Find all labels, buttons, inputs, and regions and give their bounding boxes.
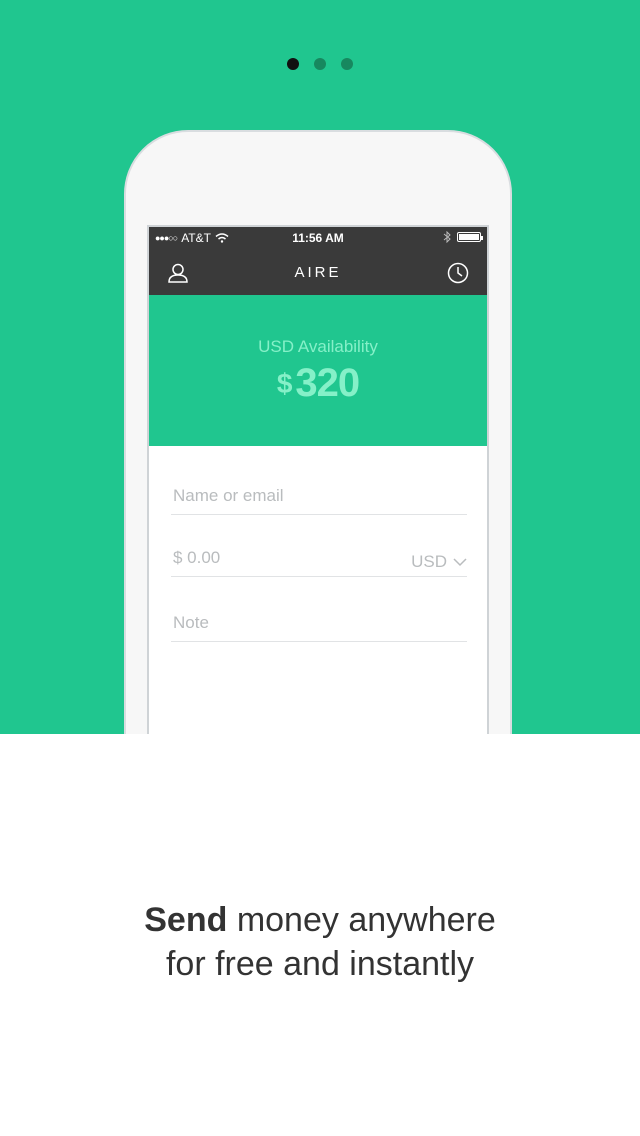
battery-icon [457,232,483,242]
page-dot-2[interactable] [314,58,326,70]
currency-symbol: $ [276,368,293,399]
nav-bar: AIRE [149,251,487,295]
tagline-bold: Send [144,901,228,939]
currency-label: USD [411,552,447,571]
hero-section: ●●●○○ AT&T 11:56 AM AIRE USD Availabilit… [0,0,640,734]
app-title: AIRE [294,264,342,281]
page-dot-3[interactable] [341,58,353,70]
currency-select[interactable]: USD [411,552,467,572]
recipient-placeholder: Name or email [173,486,284,505]
note-placeholder: Note [173,613,209,632]
recipient-field[interactable]: Name or email [171,476,467,515]
page-indicator [0,58,640,70]
status-bar: ●●●○○ AT&T 11:56 AM [149,227,487,251]
balance-panel: USD Availability $320 [149,295,487,446]
balance-value: 320 [295,361,360,405]
phone-screen: ●●●○○ AT&T 11:56 AM AIRE USD Availabilit… [147,225,489,734]
tagline-rest: money anywhere [227,901,496,939]
amount-field[interactable]: $ 0.00 USD [171,538,467,577]
balance-amount: $320 [149,361,487,407]
chevron-down-icon [453,557,467,566]
tagline: Send money anywhere for free and instant… [0,898,640,986]
bluetooth-icon [443,231,451,243]
amount-placeholder: $ 0.00 [173,548,221,567]
clock-icon[interactable] [447,262,469,284]
status-time: 11:56 AM [292,231,344,245]
tagline-line-1: Send money anywhere [0,898,640,942]
page-dot-1[interactable] [287,58,299,70]
note-field[interactable]: Note [171,603,467,642]
balance-label: USD Availability [258,337,378,356]
tagline-line-2: for free and instantly [165,945,475,983]
